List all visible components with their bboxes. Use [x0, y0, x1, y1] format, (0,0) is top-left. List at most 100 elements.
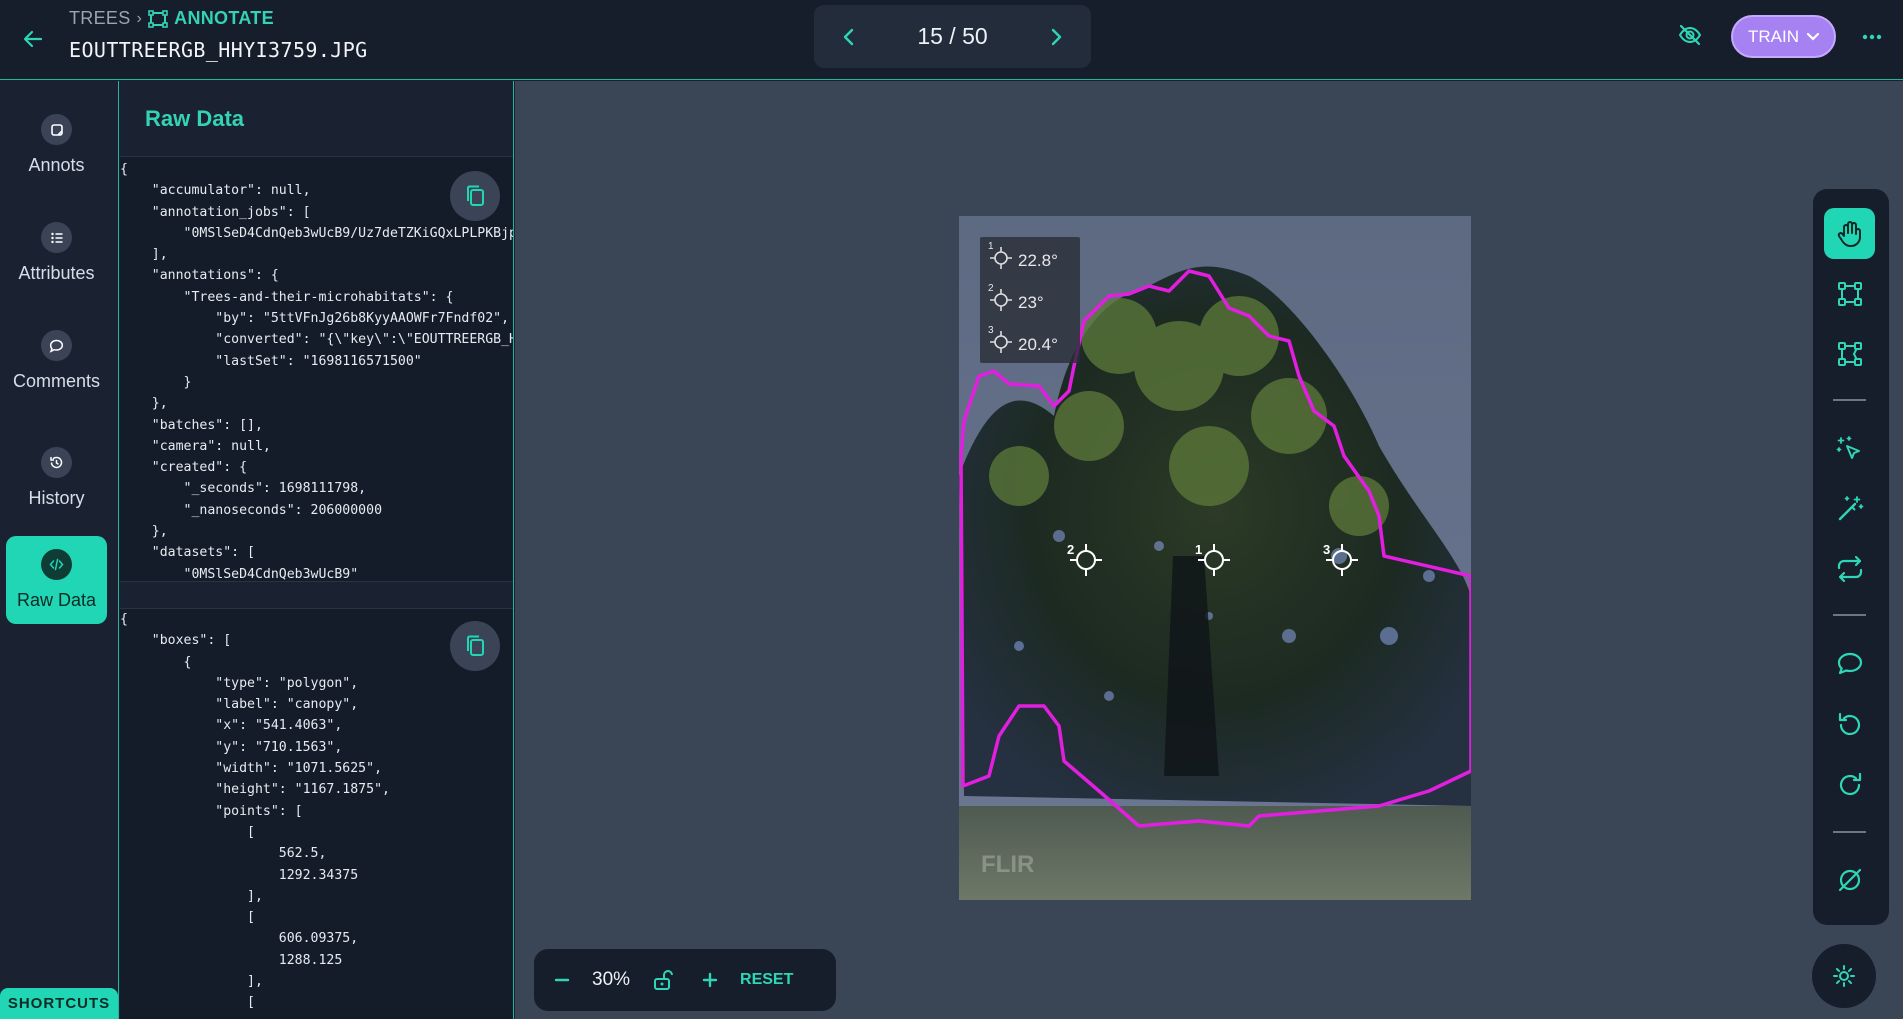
sidebar-item-label: History — [28, 488, 85, 508]
comment-icon — [1837, 652, 1862, 674]
undo-icon — [1838, 712, 1860, 735]
back-arrow-icon[interactable] — [18, 24, 48, 54]
chat-bubble-icon — [41, 330, 72, 361]
zoom-controls: 30% RESET — [534, 949, 836, 1011]
code-icon — [41, 549, 72, 580]
chevron-down-icon — [1807, 32, 1819, 41]
zoom-out-button[interactable] — [554, 972, 570, 988]
top-bar: TREES › ANNOTATE EOUTTREERGB_HHYI3759.JP… — [0, 0, 1903, 80]
flir-watermark: FLIR — [981, 851, 1034, 878]
image-pager: 15 / 50 — [814, 5, 1091, 68]
tree-image[interactable]: 2 1 3 FLIR 1 22.8° 2 23° 3 20.4° — [959, 216, 1471, 900]
marker-label: 3 — [1323, 542, 1330, 557]
breadcrumb-current-label: ANNOTATE — [174, 8, 274, 28]
undo-button[interactable] — [1824, 699, 1875, 750]
no-annotation-icon — [1838, 868, 1861, 891]
bounding-box-tool[interactable] — [1824, 268, 1875, 319]
redo-button[interactable] — [1824, 759, 1875, 810]
readout-index: 3 — [988, 325, 994, 336]
marker-label: 2 — [1067, 542, 1074, 557]
repeat-tool[interactable] — [1824, 543, 1875, 594]
copy-json-button[interactable] — [450, 171, 500, 221]
sidebar-item-label: Raw Data — [16, 590, 97, 610]
panel-title: Raw Data — [120, 81, 513, 157]
readout-value: 20.4° — [1018, 334, 1058, 354]
chevron-right-icon — [1051, 28, 1062, 45]
temperature-readout: 1 22.8° 2 23° 3 20.4° — [980, 237, 1080, 363]
left-sidebar: Annots Attributes Comments History Raw D… — [0, 81, 119, 1019]
sidebar-item-raw-data[interactable]: Raw Data — [6, 536, 107, 624]
sidebar-item-label: Attributes — [18, 263, 95, 283]
annotation-icon — [41, 114, 72, 145]
polygon-tool[interactable] — [1824, 328, 1875, 379]
crosshair-icon: 1 — [988, 241, 1012, 274]
more-options-icon[interactable] — [1862, 24, 1882, 55]
next-image-button[interactable] — [1049, 27, 1063, 47]
chevron-right-icon: › — [136, 9, 143, 27]
previous-image-button[interactable] — [842, 27, 856, 47]
magic-wand-tool[interactable] — [1824, 483, 1875, 534]
magic-wand-icon — [1838, 495, 1863, 520]
crosshair-icon: 3 — [988, 325, 1012, 358]
unlock-icon — [654, 970, 674, 990]
copy-icon — [467, 635, 484, 656]
magic-cursor-icon — [1836, 435, 1860, 459]
reset-zoom-button[interactable]: RESET — [740, 971, 793, 989]
sun-settings-icon — [1833, 965, 1855, 987]
readout-row: 2 23° — [988, 283, 1044, 316]
zoom-in-button[interactable] — [702, 972, 718, 988]
repeat-icon — [1837, 555, 1862, 582]
annotate-icon — [148, 9, 168, 28]
crosshair-icon: 2 — [988, 283, 1012, 316]
marker-label: 1 — [1195, 542, 1202, 557]
panel-divider — [120, 581, 513, 609]
comment-tool[interactable] — [1824, 638, 1875, 689]
hand-pan-icon — [1837, 220, 1861, 247]
breadcrumb: TREES › ANNOTATE — [69, 8, 274, 29]
file-name: EOUTTREERGB_HHYI3759.JPG — [69, 38, 368, 62]
annotation-toolbar — [1813, 189, 1889, 925]
raw-data-panel: Raw Data { "accumulator": null, "annotat… — [120, 81, 514, 1019]
train-button[interactable]: TRAIN — [1731, 15, 1836, 58]
copy-icon — [467, 185, 484, 206]
list-icon — [41, 222, 72, 253]
hide-annotations-eye-off-icon[interactable] — [1677, 22, 1703, 53]
page-counter: 15 / 50 — [917, 23, 988, 49]
readout-index: 1 — [988, 241, 994, 252]
toolbar-divider — [1833, 614, 1866, 616]
sidebar-item-attributes[interactable]: Attributes — [6, 209, 107, 297]
readout-row: 3 20.4° — [988, 325, 1058, 358]
raw-json-annotations: { "boxes": [ { "type": "polygon", "label… — [120, 612, 390, 1011]
hand-pan-tool[interactable] — [1824, 208, 1875, 259]
copy-json-button[interactable] — [450, 621, 500, 671]
auto-segment-tool[interactable] — [1824, 423, 1875, 474]
train-label: TRAIN — [1748, 26, 1799, 46]
breadcrumb-root[interactable]: TREES — [69, 8, 131, 29]
zoom-level: 30% — [592, 969, 631, 990]
bounding-box-icon — [1837, 281, 1862, 306]
sidebar-item-label: Comments — [12, 371, 101, 391]
readout-value: 22.8° — [1018, 250, 1058, 270]
readout-value: 23° — [1018, 292, 1044, 312]
minus-icon — [554, 978, 570, 982]
sidebar-item-annots[interactable]: Annots — [6, 101, 107, 189]
no-annotation-button[interactable] — [1824, 854, 1875, 905]
annotation-canvas[interactable]: 2 1 3 FLIR 1 22.8° 2 23° 3 20.4° 30% RES… — [515, 81, 1903, 1019]
readout-row: 1 22.8° — [988, 241, 1058, 274]
chevron-left-icon — [843, 28, 854, 45]
sidebar-item-history[interactable]: History — [6, 434, 107, 522]
polygon-box-icon — [1837, 341, 1862, 366]
toolbar-divider — [1833, 399, 1866, 401]
shortcuts-button[interactable]: SHORTCUTS — [0, 988, 118, 1019]
history-icon — [41, 447, 72, 478]
lock-aspect-button[interactable] — [652, 969, 674, 991]
redo-icon — [1839, 772, 1861, 795]
toolbar-divider — [1833, 831, 1866, 833]
raw-json-document: { "accumulator": null, "annotation_jobs"… — [120, 162, 514, 581]
sidebar-item-comments[interactable]: Comments — [6, 317, 107, 405]
plus-icon — [702, 972, 718, 988]
breadcrumb-current: ANNOTATE — [148, 8, 274, 29]
readout-index: 2 — [988, 283, 994, 294]
settings-button[interactable] — [1812, 944, 1876, 1008]
sidebar-item-label: Annots — [28, 155, 85, 175]
